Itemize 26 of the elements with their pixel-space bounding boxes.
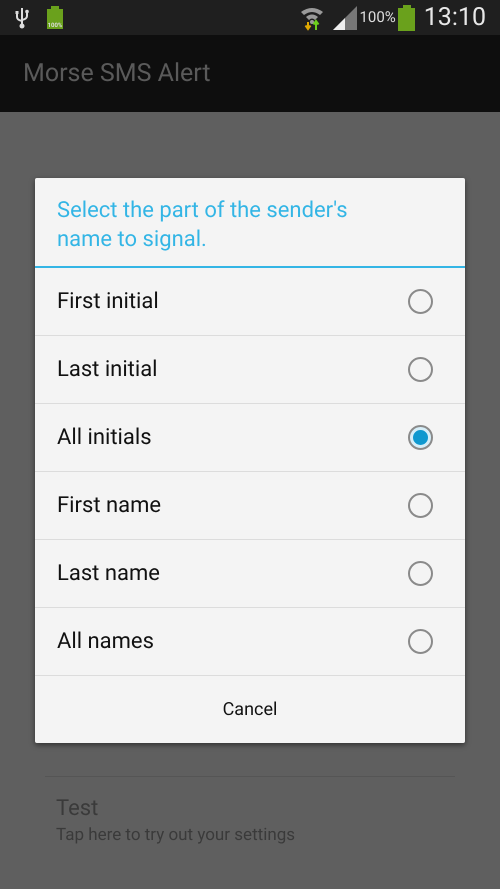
option-row[interactable]: All initials [35, 404, 465, 472]
option-label: Last initial [57, 356, 158, 384]
radio-button[interactable] [408, 629, 433, 654]
option-row[interactable]: Last name [35, 540, 465, 608]
usb-icon [14, 6, 30, 28]
radio-button[interactable] [408, 493, 433, 518]
clock: 13:10 [424, 2, 486, 34]
option-label: First initial [57, 288, 159, 316]
option-row[interactable]: First initial [35, 268, 465, 336]
dialog-title: Select the part of the sender's name to signal. [57, 197, 349, 254]
battery-icon [398, 4, 416, 30]
radio-button[interactable] [408, 425, 433, 450]
battery-percent: 100% [359, 7, 396, 28]
radio-button[interactable] [408, 561, 433, 586]
signal-icon [333, 6, 358, 30]
option-row[interactable]: Last initial [35, 336, 465, 404]
option-row[interactable]: All names [35, 608, 465, 676]
radio-button[interactable] [408, 357, 433, 382]
option-label: First name [57, 492, 162, 520]
option-label: All initials [57, 424, 152, 452]
option-label: Last name [57, 560, 160, 588]
option-row[interactable]: First name [35, 472, 465, 540]
option-label: All names [57, 628, 154, 656]
radio-button[interactable] [408, 289, 433, 314]
app-title: Morse SMS Alert [23, 58, 211, 90]
cancel-button[interactable]: Cancel [35, 676, 465, 743]
